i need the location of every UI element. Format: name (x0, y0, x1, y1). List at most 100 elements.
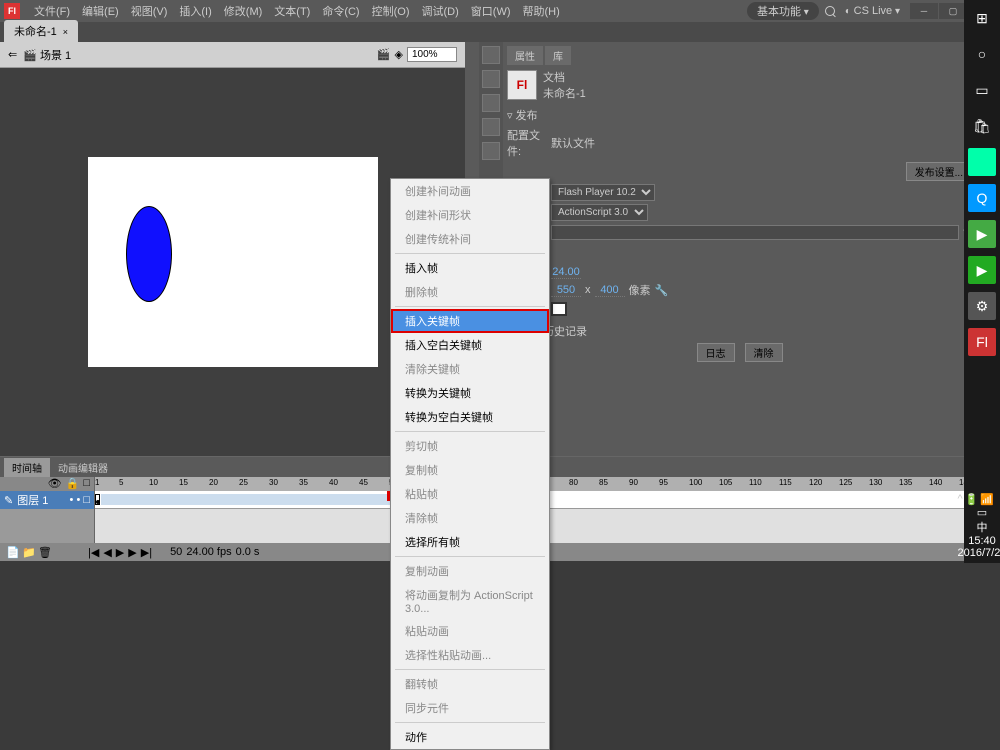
script-select[interactable]: ActionScript 3.0 (551, 204, 648, 221)
fps-input[interactable]: 24.00 (551, 266, 581, 279)
flash-taskbar-icon[interactable]: Fl (968, 328, 996, 356)
ctx-item-25: 同步元件 (391, 696, 549, 720)
current-time: 0.0 s (236, 546, 260, 558)
ctx-item-7[interactable]: 插入关键帧 (391, 309, 549, 333)
keyframe-1[interactable] (95, 494, 100, 505)
tray-net-icon[interactable]: 📶 (980, 493, 994, 506)
ruler-tick: 5 (119, 478, 123, 487)
ruler-tick: 80 (569, 478, 578, 487)
stage-canvas[interactable] (88, 157, 378, 367)
layer-row[interactable]: ✎图层 1 • • □ (0, 491, 94, 509)
app-icon-1[interactable] (968, 148, 996, 176)
ctx-item-10[interactable]: 转换为关键帧 (391, 381, 549, 405)
doc-type-label: 文档 (543, 69, 586, 85)
app-logo: Fl (4, 3, 20, 19)
frame-span[interactable] (101, 494, 391, 505)
menu-window[interactable]: 窗口(W) (465, 3, 517, 19)
app-icon-2[interactable]: Q (968, 184, 996, 212)
new-layer-icon[interactable]: 📄 (6, 546, 18, 558)
delete-layer-icon[interactable]: 🗑 (38, 546, 50, 558)
panel-icon-5[interactable] (482, 142, 500, 160)
document-tab[interactable]: 未命名-1× (4, 20, 78, 42)
class-input[interactable] (551, 225, 959, 240)
menu-control[interactable]: 控制(O) (366, 3, 416, 19)
ruler-tick: 95 (659, 478, 668, 487)
tray-battery-icon[interactable]: 🔋 (965, 493, 979, 506)
ctx-item-4[interactable]: 插入帧 (391, 256, 549, 280)
size-edit-icon[interactable]: 🔧 (655, 284, 669, 297)
ruler-tick: 100 (689, 478, 702, 487)
menu-edit[interactable]: 编辑(E) (76, 3, 125, 19)
ctx-item-0: 创建补间动画 (391, 179, 549, 203)
panel-icon-3[interactable] (482, 94, 500, 112)
app-icon-4[interactable]: ▶ (968, 256, 996, 284)
ctx-item-17[interactable]: 选择所有帧 (391, 530, 549, 554)
ruler-tick: 135 (899, 478, 912, 487)
workspace-switcher[interactable]: 基本功能 ▾ (747, 2, 819, 20)
tab-close-icon[interactable]: × (63, 27, 68, 37)
goto-last-icon[interactable]: ▶| (141, 546, 152, 559)
play-icon[interactable]: ▶ (116, 546, 124, 559)
player-select[interactable]: Flash Player 10.2 (551, 184, 655, 201)
library-tab[interactable]: 库 (545, 46, 571, 65)
ctx-item-21: 粘贴动画 (391, 619, 549, 643)
edit-symbol-icon[interactable]: ◈ (395, 48, 403, 61)
app-icon-3[interactable]: ▶ (968, 220, 996, 248)
taskbar-date: 2016/7/21 (958, 547, 1000, 559)
panel-icon-4[interactable] (482, 118, 500, 136)
zoom-input[interactable] (407, 47, 457, 62)
window-minimize[interactable]: ─ (910, 3, 938, 19)
ime-lang[interactable]: 中 (958, 519, 1000, 535)
back-icon[interactable]: ⇐ (8, 48, 17, 61)
new-folder-icon[interactable]: 📁 (22, 546, 34, 558)
ruler-tick: 130 (869, 478, 882, 487)
ruler-tick: 90 (629, 478, 638, 487)
search-icon[interactable] (825, 6, 835, 16)
height-input[interactable]: 400 (595, 284, 625, 297)
ctx-item-27[interactable]: 动作 (391, 725, 549, 749)
window-maximize[interactable]: ▢ (939, 3, 967, 19)
cslive-button[interactable]: ◐ CS Live ▾ (841, 5, 904, 17)
menu-help[interactable]: 帮助(H) (517, 3, 566, 19)
taskview-icon[interactable]: ▭ (968, 76, 996, 104)
ctx-item-5: 删除帧 (391, 280, 549, 304)
publish-settings-button[interactable]: 发布设置... (906, 162, 972, 181)
menu-modify[interactable]: 修改(M) (218, 3, 269, 19)
menu-text[interactable]: 文本(T) (268, 3, 316, 19)
menu-commands[interactable]: 命令(C) (316, 3, 365, 19)
scene-label: 🎬 场景 1 (23, 47, 71, 63)
properties-tab[interactable]: 属性 (507, 46, 543, 65)
timeline-tab[interactable]: 时间轴 (4, 458, 50, 477)
ruler-tick: 105 (719, 478, 732, 487)
menu-insert[interactable]: 插入(I) (173, 3, 217, 19)
step-back-icon[interactable]: ◀ (103, 546, 111, 559)
panel-icon-1[interactable] (482, 46, 500, 64)
ctx-item-20: 将动画复制为 ActionScript 3.0... (391, 583, 549, 619)
publish-section-header[interactable]: 发布 (516, 107, 538, 123)
ctx-item-11[interactable]: 转换为空白关键帧 (391, 405, 549, 429)
width-input[interactable]: 550 (551, 284, 581, 297)
menu-debug[interactable]: 调试(D) (416, 3, 465, 19)
panel-icon-2[interactable] (482, 70, 500, 88)
goto-first-icon[interactable]: |◀ (88, 546, 99, 559)
step-forward-icon[interactable]: ▶ (128, 546, 136, 559)
menu-file[interactable]: 文件(F) (28, 3, 76, 19)
ellipse-shape[interactable] (126, 206, 172, 302)
app-icon-5[interactable]: ⚙ (968, 292, 996, 320)
history-log-button[interactable]: 日志 (697, 343, 735, 362)
motion-editor-tab[interactable]: 动画编辑器 (50, 458, 116, 477)
ctx-item-8[interactable]: 插入空白关键帧 (391, 333, 549, 357)
stage-color-swatch[interactable] (551, 302, 567, 316)
edit-scene-icon[interactable]: 🎬 (377, 48, 391, 61)
history-clear-button[interactable]: 清除 (745, 343, 783, 362)
store-icon[interactable]: 🛍 (968, 112, 996, 140)
taskbar-time: 15:40 (958, 535, 1000, 547)
ime-indicator[interactable]: ▭ (958, 506, 1000, 519)
ruler-tick: 35 (299, 478, 308, 487)
cortana-icon[interactable]: ○ (968, 40, 996, 68)
current-fps: 24.00 fps (186, 546, 231, 558)
ruler-tick: 40 (329, 478, 338, 487)
menu-view[interactable]: 视图(V) (125, 3, 174, 19)
win-start-icon[interactable]: ⊞ (968, 4, 996, 32)
tray-up-icon[interactable]: ^ (958, 493, 963, 506)
